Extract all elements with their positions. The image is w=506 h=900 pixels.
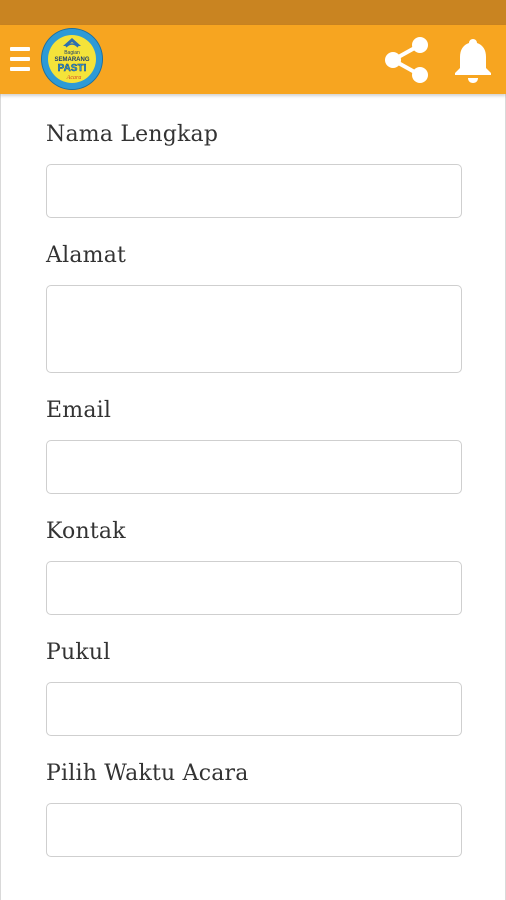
bell-icon[interactable] (448, 35, 498, 85)
form-container: Nama Lengkap Alamat Email Kontak Pukul P… (0, 94, 506, 900)
svg-text:Acara: Acara (66, 75, 82, 81)
pukul-input[interactable] (46, 682, 462, 736)
email-input[interactable] (46, 440, 462, 494)
app-logo[interactable]: Bagian SEMARANG PASTI Acara (42, 29, 102, 89)
nama-lengkap-label: Nama Lengkap (46, 122, 219, 147)
svg-text:Bagian: Bagian (64, 50, 80, 56)
kontak-input[interactable] (46, 561, 462, 615)
svg-text:PASTI: PASTI (58, 63, 87, 74)
alamat-label: Alamat (46, 243, 127, 268)
nama-lengkap-input[interactable] (46, 164, 462, 218)
pukul-label: Pukul (46, 640, 111, 665)
app-bar: Bagian SEMARANG PASTI Acara (0, 25, 506, 94)
alamat-textarea[interactable] (46, 285, 462, 373)
hamburger-menu-icon[interactable] (10, 47, 30, 73)
share-icon[interactable] (380, 35, 432, 85)
kontak-label: Kontak (46, 519, 126, 544)
email-label: Email (46, 398, 112, 423)
status-bar (0, 0, 506, 25)
waktu-acara-input[interactable] (46, 803, 462, 857)
waktu-acara-label: Pilih Waktu Acara (46, 761, 249, 786)
